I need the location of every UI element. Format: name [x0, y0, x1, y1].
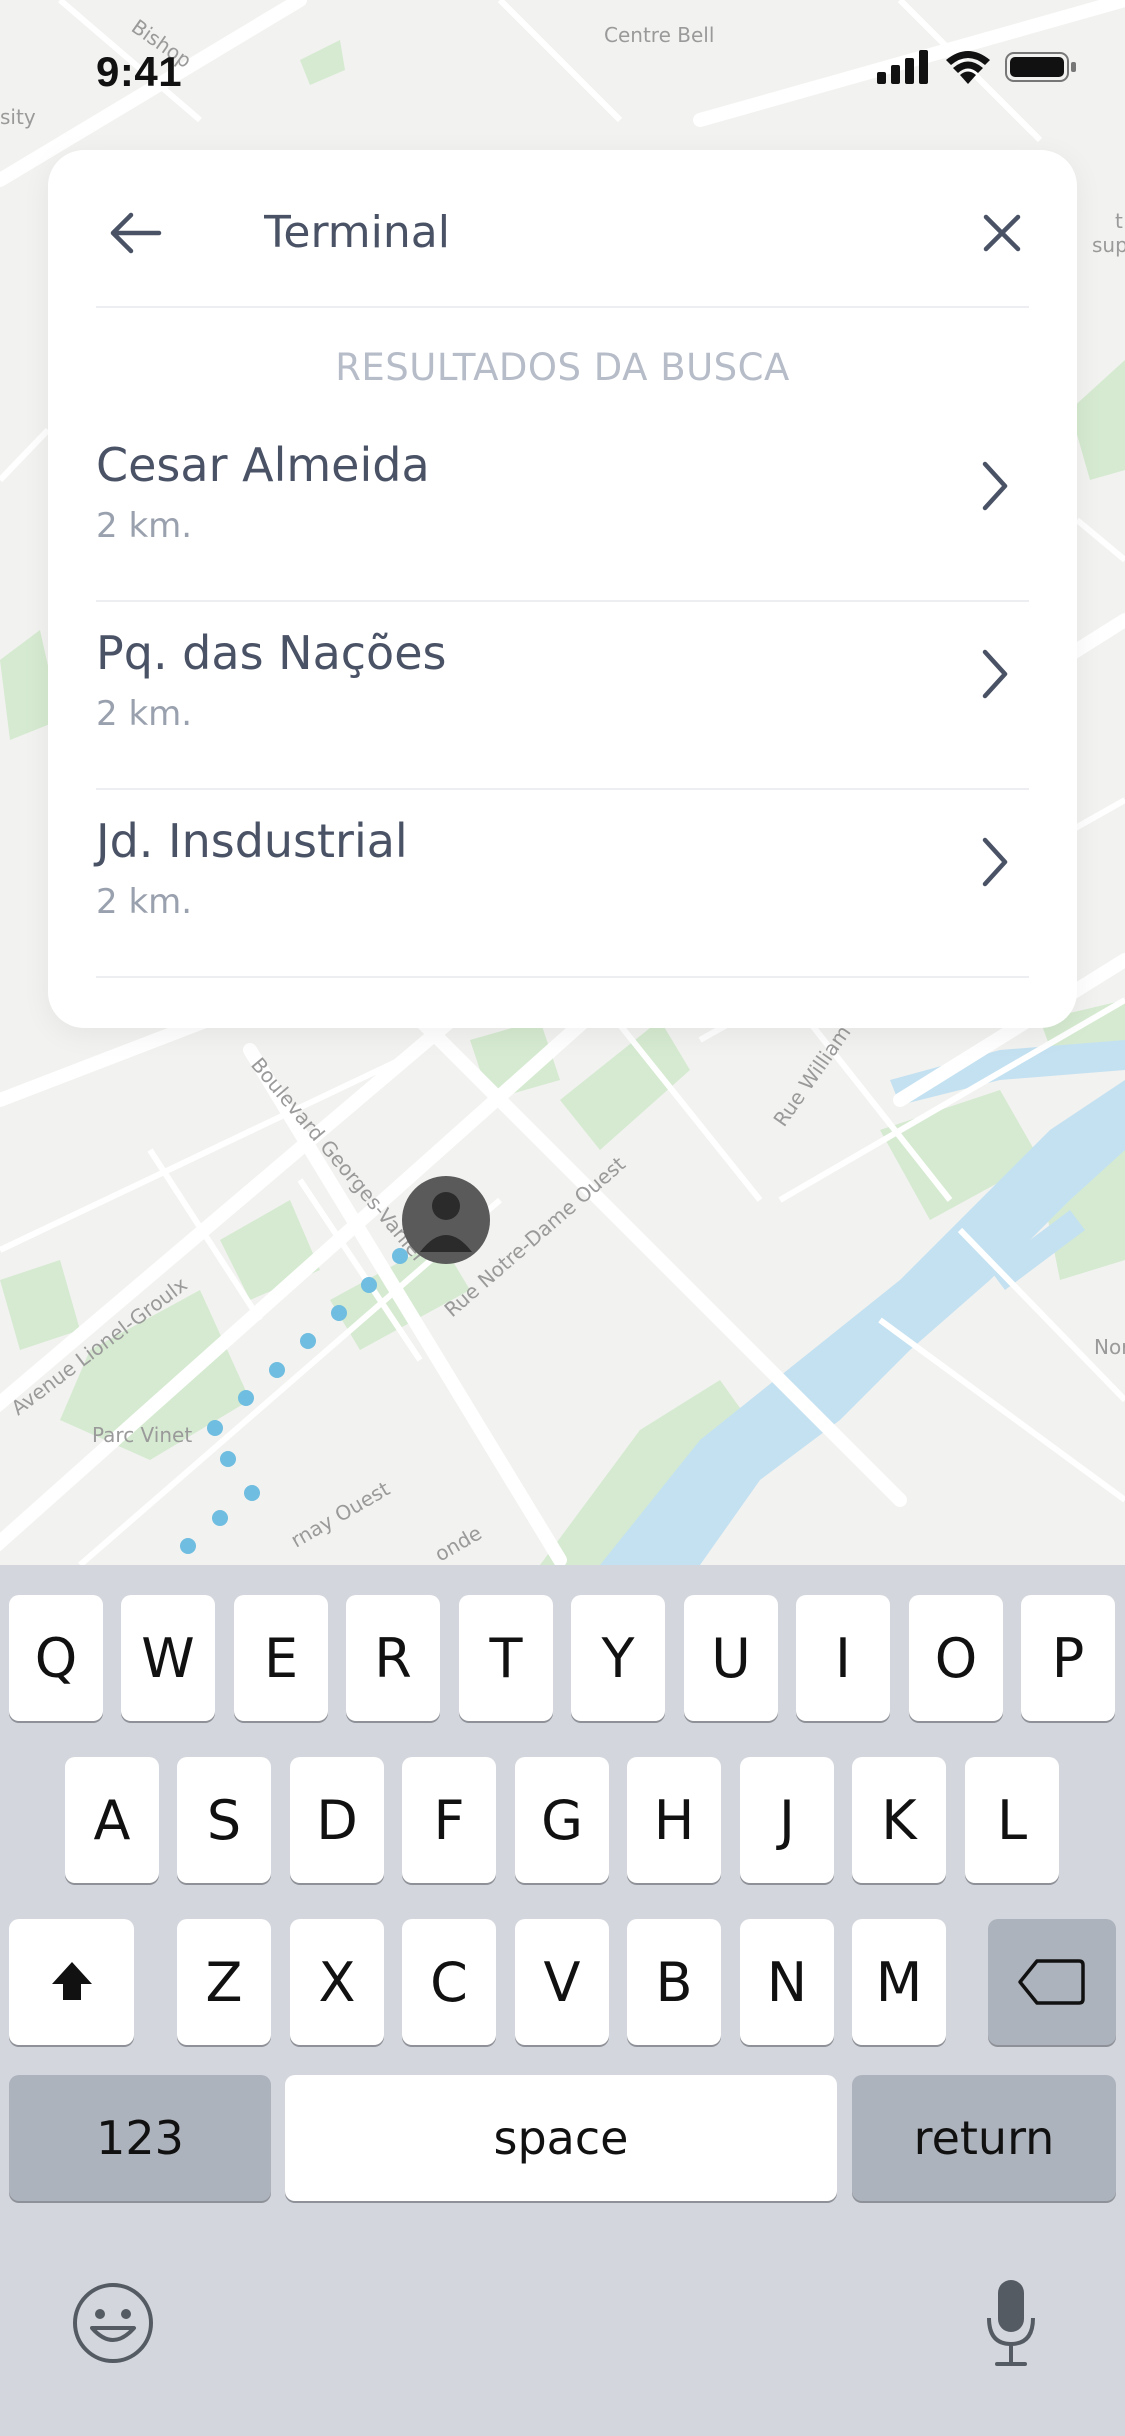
result-name: Cesar Almeida [96, 438, 430, 492]
key-s[interactable]: S [177, 1757, 271, 1883]
result-divider [96, 976, 1029, 978]
key-e[interactable]: E [234, 1595, 328, 1721]
map-label: Parc Vinet [92, 1423, 192, 1447]
search-header [48, 150, 1077, 308]
key-r[interactable]: R [346, 1595, 440, 1721]
cellular-signal-icon [877, 50, 928, 84]
result-distance: 2 km. [96, 882, 193, 922]
clear-search-button[interactable] [967, 198, 1037, 268]
status-bar: 9:41 [0, 0, 1125, 140]
return-key[interactable]: return [852, 2075, 1116, 2201]
backspace-key[interactable] [988, 1919, 1116, 2045]
result-distance: 2 km. [96, 506, 193, 546]
backspace-icon [1018, 1959, 1085, 2005]
search-result-item[interactable]: Jd. Insdustrial 2 km. [96, 790, 1029, 978]
result-name: Jd. Insdustrial [96, 814, 408, 868]
search-panel: RESULTADOS DA BUSCA Cesar Almeida 2 km. … [48, 150, 1077, 1028]
arrow-left-icon [110, 212, 162, 254]
key-g[interactable]: G [515, 1757, 609, 1883]
key-j[interactable]: J [740, 1757, 834, 1883]
results-section-title: RESULTADOS DA BUSCA [335, 346, 790, 389]
result-distance: 2 km. [96, 694, 193, 734]
key-h[interactable]: H [627, 1757, 721, 1883]
search-result-item[interactable]: Cesar Almeida 2 km. [96, 414, 1029, 602]
key-b[interactable]: B [627, 1919, 721, 2045]
user-location-avatar[interactable] [402, 1176, 490, 1264]
key-f[interactable]: F [402, 1757, 496, 1883]
key-y[interactable]: Y [571, 1595, 665, 1721]
result-name: Pq. das Nações [96, 626, 447, 680]
key-x[interactable]: X [290, 1919, 384, 2045]
key-o[interactable]: O [909, 1595, 1003, 1721]
key-n[interactable]: N [740, 1919, 834, 2045]
search-input[interactable] [264, 194, 944, 270]
chevron-right-icon [982, 837, 1008, 887]
keyboard: Q W E R T Y U I O P A S D F G H J K L Z … [0, 1565, 1125, 2436]
key-w[interactable]: W [121, 1595, 215, 1721]
chevron-right-icon [982, 461, 1008, 511]
key-c[interactable]: C [402, 1919, 496, 2045]
back-button[interactable] [100, 198, 170, 268]
space-key[interactable]: space [285, 2075, 837, 2201]
key-v[interactable]: V [515, 1919, 609, 2045]
emoji-icon[interactable] [70, 2280, 156, 2366]
map-label: Nor [1094, 1335, 1125, 1359]
numbers-key[interactable]: 123 [9, 2075, 271, 2201]
key-d[interactable]: D [290, 1757, 384, 1883]
battery-icon [1005, 52, 1076, 82]
close-icon [983, 214, 1021, 252]
shift-icon [51, 1962, 92, 2000]
search-result-item[interactable]: Pq. das Nações 2 km. [96, 602, 1029, 790]
key-t[interactable]: T [459, 1595, 553, 1721]
shift-key[interactable] [9, 1919, 134, 2045]
key-z[interactable]: Z [177, 1919, 271, 2045]
status-time: 9:41 [96, 48, 183, 95]
status-icons [877, 50, 1077, 84]
key-k[interactable]: K [852, 1757, 946, 1883]
wifi-icon [946, 51, 990, 84]
chevron-right-icon [982, 649, 1008, 699]
header-divider [96, 306, 1029, 308]
key-l[interactable]: L [965, 1757, 1059, 1883]
key-m[interactable]: M [852, 1919, 946, 2045]
key-q[interactable]: Q [9, 1595, 103, 1721]
key-u[interactable]: U [684, 1595, 778, 1721]
map-label: sup [1092, 233, 1125, 257]
key-i[interactable]: I [796, 1595, 890, 1721]
microphone-icon[interactable] [985, 2278, 1037, 2370]
map-label: t [1115, 209, 1123, 233]
key-p[interactable]: P [1021, 1595, 1115, 1721]
key-a[interactable]: A [65, 1757, 159, 1883]
